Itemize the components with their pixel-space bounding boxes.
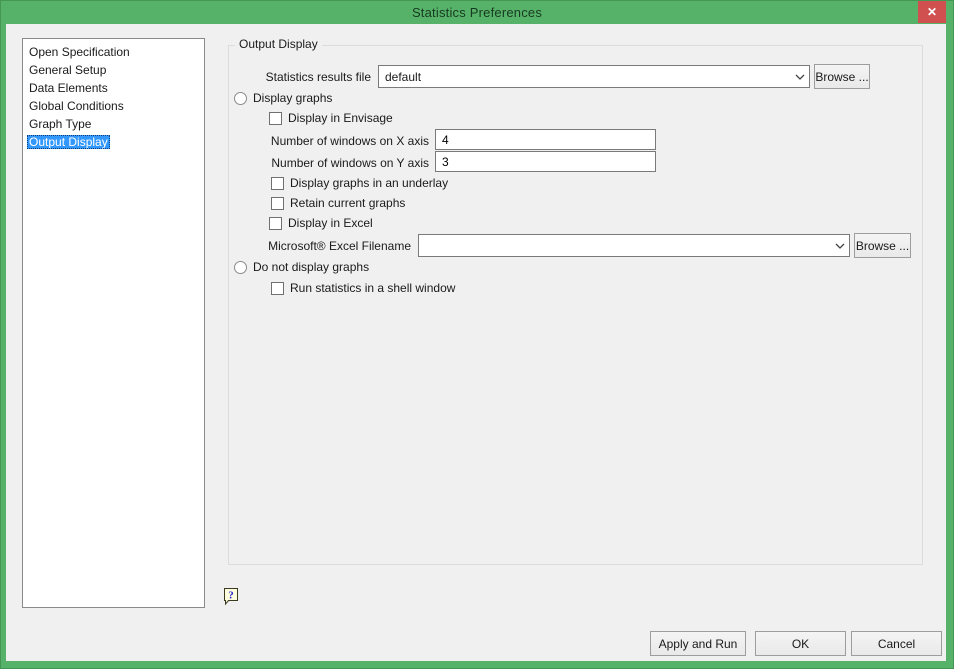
excel-label: Display in Excel — [288, 216, 373, 230]
nav-item-output-display[interactable]: Output Display — [23, 133, 204, 151]
no-graphs-radio[interactable] — [234, 260, 247, 274]
retain-graphs-checkbox[interactable] — [271, 196, 284, 210]
title-bar[interactable]: Statistics Preferences — [0, 0, 954, 24]
envisage-checkbox[interactable] — [269, 111, 282, 125]
windows-y-input[interactable] — [435, 151, 656, 172]
cancel-button[interactable]: Cancel — [851, 631, 942, 656]
results-file-value: default — [385, 69, 422, 84]
help-button[interactable]: ? — [222, 587, 241, 606]
nav-item-graph-type[interactable]: Graph Type — [23, 115, 204, 133]
help-question-icon: ? — [224, 588, 238, 606]
no-graphs-label: Do not display graphs — [253, 260, 370, 274]
dialog-body: Open Specification General Setup Data El… — [6, 24, 946, 661]
shell-window-label: Run statistics in a shell window — [290, 281, 456, 295]
chevron-down-icon — [791, 74, 809, 80]
underlay-checkbox-row: Display graphs in an underlay — [271, 176, 448, 190]
windows-y-label: Number of windows on Y axis — [271, 156, 429, 170]
results-file-label: Statistics results file — [265, 70, 371, 84]
output-display-group: Output Display Statistics results file d… — [228, 37, 923, 565]
excel-checkbox[interactable] — [269, 216, 282, 230]
statistics-preferences-dialog: Statistics Preferences ✕ Open Specificat… — [0, 0, 954, 669]
close-icon: ✕ — [926, 5, 938, 19]
display-graphs-radio[interactable] — [234, 91, 247, 105]
svg-text:?: ? — [228, 590, 234, 602]
chevron-down-icon — [831, 243, 849, 249]
windows-x-input[interactable] — [435, 129, 656, 150]
results-file-browse-button[interactable]: Browse ... — [814, 64, 870, 89]
envisage-label: Display in Envisage — [288, 111, 393, 125]
results-file-combobox[interactable]: default — [378, 65, 810, 88]
nav-item-global-conditions[interactable]: Global Conditions — [23, 97, 204, 115]
excel-checkbox-row: Display in Excel — [269, 216, 373, 230]
apply-and-run-button[interactable]: Apply and Run — [650, 631, 746, 656]
display-graphs-label: Display graphs — [253, 91, 333, 105]
display-graphs-radio-row: Display graphs — [234, 91, 332, 105]
underlay-label: Display graphs in an underlay — [290, 176, 449, 190]
preferences-nav-list: Open Specification General Setup Data El… — [22, 38, 205, 608]
retain-graphs-label: Retain current graphs — [290, 196, 406, 210]
shell-window-checkbox[interactable] — [271, 281, 284, 295]
no-graphs-radio-row: Do not display graphs — [234, 260, 369, 274]
shell-checkbox-row: Run statistics in a shell window — [271, 281, 455, 295]
group-title: Output Display — [235, 37, 322, 51]
retain-checkbox-row: Retain current graphs — [271, 196, 405, 210]
excel-filename-label: Microsoft® Excel Filename — [268, 239, 411, 253]
window-title: Statistics Preferences — [411, 4, 543, 20]
nav-item-open-specification[interactable]: Open Specification — [23, 43, 204, 61]
windows-x-label: Number of windows on X axis — [270, 134, 429, 148]
ok-button[interactable]: OK — [755, 631, 846, 656]
underlay-checkbox[interactable] — [271, 176, 284, 190]
excel-filename-combobox[interactable] — [418, 234, 850, 257]
excel-filename-browse-button[interactable]: Browse ... — [854, 233, 911, 258]
envisage-checkbox-row: Display in Envisage — [269, 111, 393, 125]
close-button[interactable]: ✕ — [918, 1, 946, 23]
